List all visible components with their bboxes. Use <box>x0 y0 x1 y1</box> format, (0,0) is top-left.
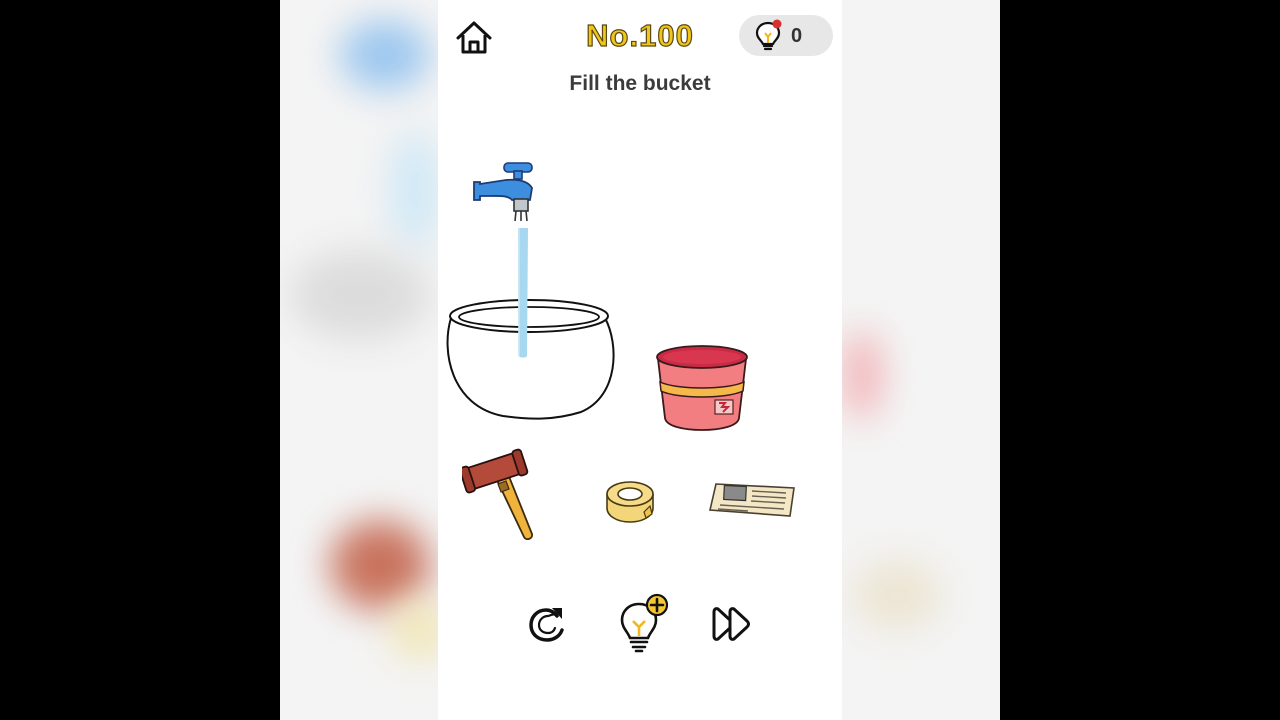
level-instruction: Fill the bucket <box>569 72 711 95</box>
newspaper[interactable] <box>708 480 798 520</box>
hint-counter[interactable]: 0 <box>739 15 833 56</box>
lightbulb-plus-icon <box>620 593 669 653</box>
restart-button[interactable] <box>526 602 570 646</box>
hammer-icon <box>459 448 533 541</box>
water-stream-icon <box>518 228 528 358</box>
tape-roll[interactable] <box>604 478 656 524</box>
bucket-icon <box>656 345 748 431</box>
home-icon <box>456 21 492 54</box>
fast-forward-icon <box>712 607 750 641</box>
game-screen: No.100 0 Fill the bucket <box>438 0 842 720</box>
skip-button[interactable] <box>710 604 754 644</box>
blurred-background-left <box>280 0 438 720</box>
hint-count: 0 <box>791 25 803 47</box>
top-bar: No.100 0 <box>438 0 842 70</box>
hammer[interactable] <box>459 444 534 544</box>
faucet-icon <box>473 162 533 222</box>
newspaper-icon <box>709 483 795 517</box>
bottom-controls <box>438 590 842 660</box>
red-bucket[interactable] <box>653 342 751 434</box>
blurred-background-right <box>842 0 1000 720</box>
water-stream <box>515 228 531 358</box>
home-button[interactable] <box>454 18 494 58</box>
level-title: No.100 <box>586 17 694 53</box>
lightbulb-icon <box>755 19 782 51</box>
faucet[interactable] <box>468 155 538 235</box>
tape-roll-icon <box>606 481 654 523</box>
hint-button[interactable] <box>617 590 671 654</box>
restart-icon <box>529 608 564 642</box>
